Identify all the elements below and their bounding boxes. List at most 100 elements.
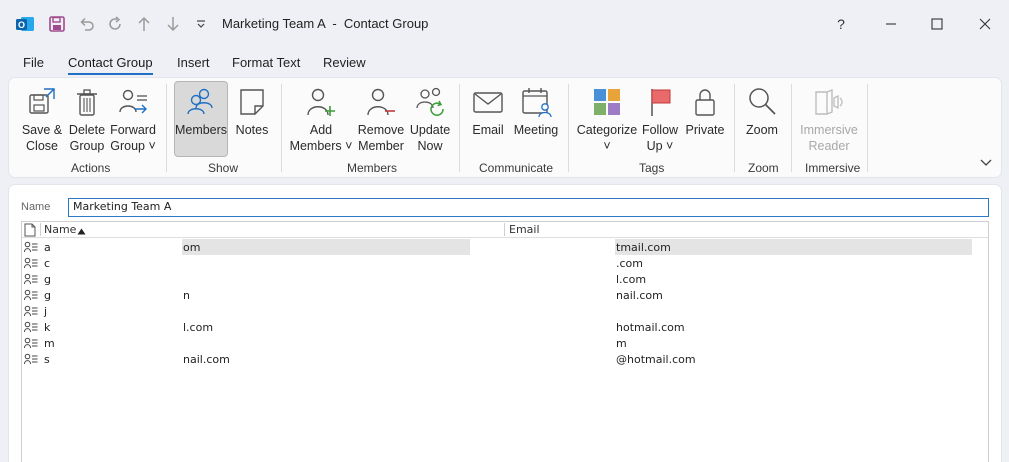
member-email: m [616,337,627,350]
follow-up-button[interactable]: Follow Up ˅ [640,82,680,154]
column-header-email[interactable]: Email [509,223,540,236]
private-button[interactable]: Private [683,82,727,154]
name-field[interactable]: Marketing Team A [68,198,989,217]
member-name-tail: n [183,289,190,302]
table-row[interactable]: g l.com [22,271,988,287]
member-email: l.com [616,273,647,286]
contact-card-icon [24,241,38,253]
table-row[interactable]: mm [22,335,988,351]
member-name-tail: l.com [183,321,214,334]
tab-insert[interactable]: Insert [177,55,210,70]
member-name: g [44,273,51,286]
up-arrow-icon[interactable] [134,14,154,34]
contact-card-icon [24,337,38,349]
member-name: a [44,241,51,254]
update-now-icon [416,87,444,116]
magnifier-icon [749,88,776,115]
members-view-label: Members [174,123,228,137]
ribbon-separator [867,84,868,172]
table-row[interactable]: k l.com hotmail.com [22,319,988,335]
save-close-button[interactable]: Save & Close [21,82,63,154]
members-list: Name Email a om tmail.com c .com g l.com g n nail… [21,221,989,462]
remove-member-label: Remove Member [357,123,405,153]
close-button[interactable] [973,12,997,36]
categorize-label: Categorize ˅ [576,123,638,153]
zoom-button[interactable]: Zoom [743,82,781,154]
member-name: j [44,305,48,318]
table-row[interactable]: a om tmail.com [22,239,988,255]
tab-contact-group[interactable]: Contact Group [68,55,153,75]
immersive-reader-icon [815,88,843,115]
help-button[interactable]: ? [829,12,853,36]
table-row[interactable]: s nail.com @hotmail.com [22,351,988,367]
outlook-app-icon[interactable]: O [14,14,36,34]
minimize-button[interactable] [879,12,903,36]
notes-button[interactable]: Notes [232,82,272,154]
contact-card-icon [24,257,38,269]
ribbon-separator [459,84,460,172]
down-arrow-icon[interactable] [163,14,183,34]
save-close-icon [29,88,55,114]
redo-icon[interactable] [105,14,125,34]
forward-group-label: Forward Group ˅ [110,123,156,153]
ribbon: Save & Close Delete Group Forward Group … [9,78,1001,177]
forward-group-button[interactable]: Forward Group ˅ [110,82,156,154]
undo-icon[interactable] [77,14,97,34]
remove-member-button[interactable]: Remove Member [356,82,406,154]
customize-qat-icon[interactable] [194,14,208,34]
contact-card-icon [24,353,38,365]
categorize-button[interactable]: Categorize ˅ [576,82,638,154]
table-row[interactable]: g n nail.com [22,287,988,303]
ribbon-separator [791,84,792,172]
save-icon[interactable] [47,14,67,34]
sort-ascending-icon [77,225,86,238]
update-now-label: Update Now [409,123,451,153]
ribbon-separator [568,84,569,172]
member-name: s [44,353,50,366]
email-label: Email [472,123,504,137]
table-row[interactable]: j [22,303,988,319]
column-header-name[interactable]: Name [44,223,76,236]
member-name-tail: om [183,241,201,254]
title-bar: O Marketing Team A - Contact Group ? [0,0,1009,48]
contact-card-icon [24,289,38,301]
ribbon-collapse-chevron-icon[interactable] [979,157,993,169]
member-name: m [44,337,55,350]
tab-file[interactable]: File [23,55,44,70]
immersive-reader-button[interactable]: Immersive Reader [799,82,859,154]
list-header: Name Email [22,222,988,238]
members-view-button[interactable]: Members [174,81,228,157]
meeting-button[interactable]: Meeting [511,82,561,154]
email-icon [473,92,503,113]
member-email: .com [616,257,643,270]
group-label-members: Members [347,161,398,175]
member-email: tmail.com [616,241,671,254]
item-type-column-icon[interactable] [24,223,38,237]
update-now-button[interactable]: Update Now [408,82,452,154]
tab-format-text[interactable]: Format Text [232,55,300,70]
table-row[interactable]: c .com [22,255,988,271]
delete-group-label: Delete Group [68,123,106,153]
notes-icon [240,89,264,115]
add-members-button[interactable]: Add Members ˅ [289,82,353,154]
group-label-actions: Actions [71,161,111,175]
contact-group-form: Name Marketing Team A Name Email a om tmai… [9,185,1001,462]
menu-bar: File Contact Group Insert Format Text Re… [0,52,1009,76]
contact-card-icon [24,305,38,317]
svg-text:O: O [18,20,25,30]
group-label-show: Show [208,161,239,175]
contact-card-icon [24,273,38,285]
meeting-icon [522,88,552,118]
add-members-label: Add Members ˅ [289,123,353,153]
contact-card-icon [24,321,38,333]
email-button[interactable]: Email [468,82,508,154]
lock-icon [695,89,715,116]
ribbon-separator [734,84,735,172]
remove-member-icon [367,88,395,116]
delete-group-button[interactable]: Delete Group [66,82,108,154]
tab-review[interactable]: Review [323,55,366,70]
column-divider[interactable] [504,223,505,236]
maximize-button[interactable] [925,12,949,36]
column-divider[interactable] [40,223,41,236]
trash-icon [77,89,97,116]
